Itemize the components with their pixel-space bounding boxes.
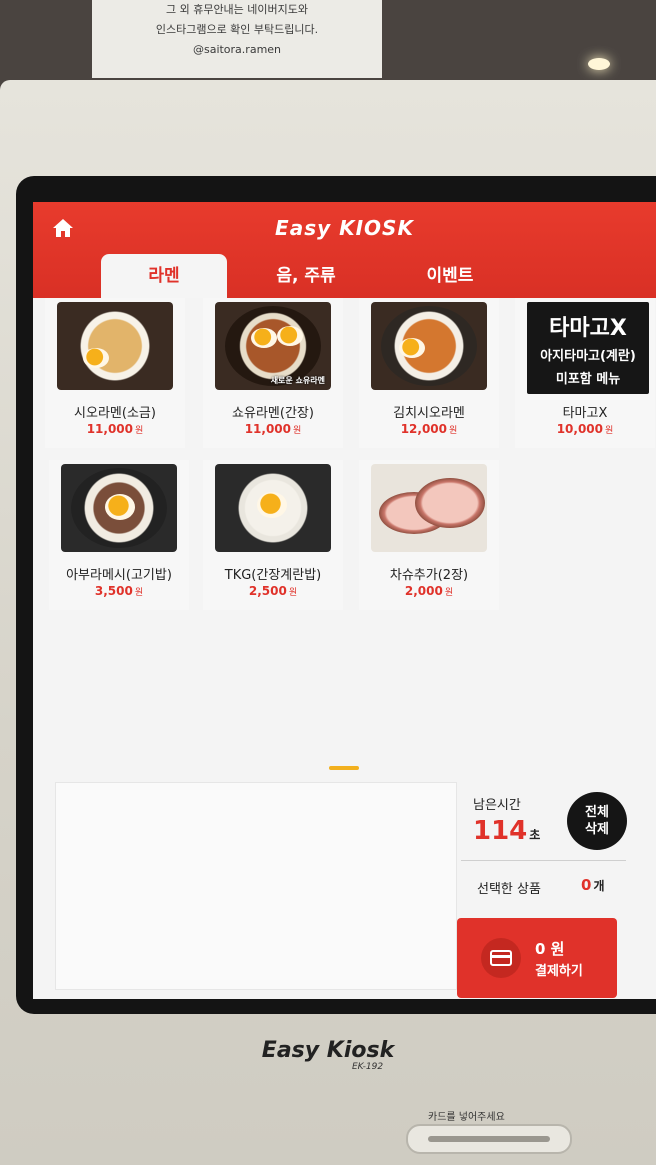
item-name: 시오라멘(소금) [74, 406, 156, 421]
item-price: 3,500 원 [94, 584, 144, 598]
abura-meshi-image [61, 464, 177, 552]
time-remaining-value: 114 초 [473, 816, 541, 846]
menu-item-chashu-extra[interactable]: 차슈추가(2장) 2,000 원 [359, 460, 499, 610]
tkg-image [215, 464, 331, 552]
menu-item-abura-meshi[interactable]: 아부라메시(고기밥) 3,500 원 [49, 460, 189, 610]
item-price: 11,000 원 [86, 422, 144, 436]
kiosk-screen: Easy KIOSK 라멘 음, 주류 이벤트 시오라멘(소금) 11,000 원… [33, 202, 656, 999]
kiosk-lip [40, 1140, 400, 1156]
device-model: EK-192 [352, 1062, 384, 1072]
credit-card-icon [481, 938, 521, 978]
cart-list [55, 782, 457, 990]
card-line: 아지타마고(계란) [540, 349, 636, 364]
item-price: 12,000 원 [400, 422, 458, 436]
image-caption: 새로운 쇼유라멘 [270, 376, 325, 385]
item-price: 10,000 원 [556, 422, 614, 436]
tab-ramen[interactable]: 라멘 [101, 254, 227, 298]
pay-label: 결제하기 [535, 964, 583, 979]
chashu-image [371, 464, 487, 552]
item-name: 차슈추가(2장) [389, 568, 469, 583]
ceiling-light [588, 58, 610, 70]
tab-event[interactable]: 이벤트 [385, 254, 515, 298]
kimchi-ramen-image [371, 302, 487, 390]
time-remaining-label: 남은시간 [473, 798, 521, 813]
item-name: TKG(간장계란밥) [224, 568, 322, 583]
item-price: 2,500 원 [248, 584, 298, 598]
menu-item-tamago-x[interactable]: 타마고X 아지타마고(계란) 미포함 메뉴 타마고X 10,000 원 [515, 298, 655, 448]
pay-amount: 0 원 [535, 940, 565, 958]
notice-line: 그 외 휴무안내는 네이버지도와 [165, 3, 309, 16]
item-price: 11,000 원 [244, 422, 302, 436]
notice-line: @saitora.ramen [192, 43, 282, 56]
item-name: 타마고X [562, 406, 608, 421]
brand-logo: Easy KIOSK [275, 216, 414, 240]
shio-ramen-image [57, 302, 173, 390]
card-line: 미포함 메뉴 [555, 372, 621, 387]
category-tabs: 라멘 음, 주류 이벤트 [101, 254, 656, 298]
shoyu-ramen-image: 새로운 쇼유라멘 [215, 302, 331, 390]
tamago-x-card: 타마고X 아지타마고(계란) 미포함 메뉴 [527, 302, 649, 394]
menu-grid: 시오라멘(소금) 11,000 원 새로운 쇼유라멘 쇼유라멘(간장) 11,00… [33, 298, 656, 728]
device-brand-logo: Easy Kiosk [261, 1038, 395, 1063]
selected-items-label: 선택한 상품 [477, 882, 541, 897]
menu-item-shoyu-ramen[interactable]: 새로운 쇼유라멘 쇼유라멘(간장) 11,000 원 [203, 298, 343, 448]
item-name: 김치시오라멘 [393, 406, 465, 421]
divider [461, 860, 626, 861]
menu-item-tkg[interactable]: TKG(간장계란밥) 2,500 원 [203, 460, 343, 610]
panel-drag-handle[interactable] [329, 766, 359, 770]
item-name: 쇼유라멘(간장) [232, 406, 314, 421]
card-insert-hint: 카드를 넣어주세요 [428, 1112, 505, 1123]
tab-drinks[interactable]: 음, 주류 [241, 254, 371, 298]
card-slot[interactable] [406, 1124, 572, 1154]
pay-button[interactable]: 0 원 결제하기 [457, 918, 617, 998]
paper-notice: 그 외 휴무안내는 네이버지도와 인스타그램으로 확인 부탁드립니다. @sai… [92, 0, 382, 78]
order-summary: 남은시간 114 초 전체 삭제 선택한 상품 0개 0 원 결제하기 [457, 782, 656, 999]
selected-items-count: 0개 [581, 876, 605, 894]
item-price: 2,000 원 [404, 584, 454, 598]
clear-all-button[interactable]: 전체 삭제 [567, 792, 627, 850]
item-name: 아부라메시(고기밥) [66, 568, 172, 583]
menu-item-kimchi-ramen[interactable]: 김치시오라멘 12,000 원 [359, 298, 499, 448]
notice-line: 인스타그램으로 확인 부탁드립니다. [155, 23, 319, 36]
app-header: Easy KIOSK 라멘 음, 주류 이벤트 [33, 202, 656, 298]
card-title: 타마고X [549, 316, 627, 341]
menu-item-shio-ramen[interactable]: 시오라멘(소금) 11,000 원 [45, 298, 185, 448]
